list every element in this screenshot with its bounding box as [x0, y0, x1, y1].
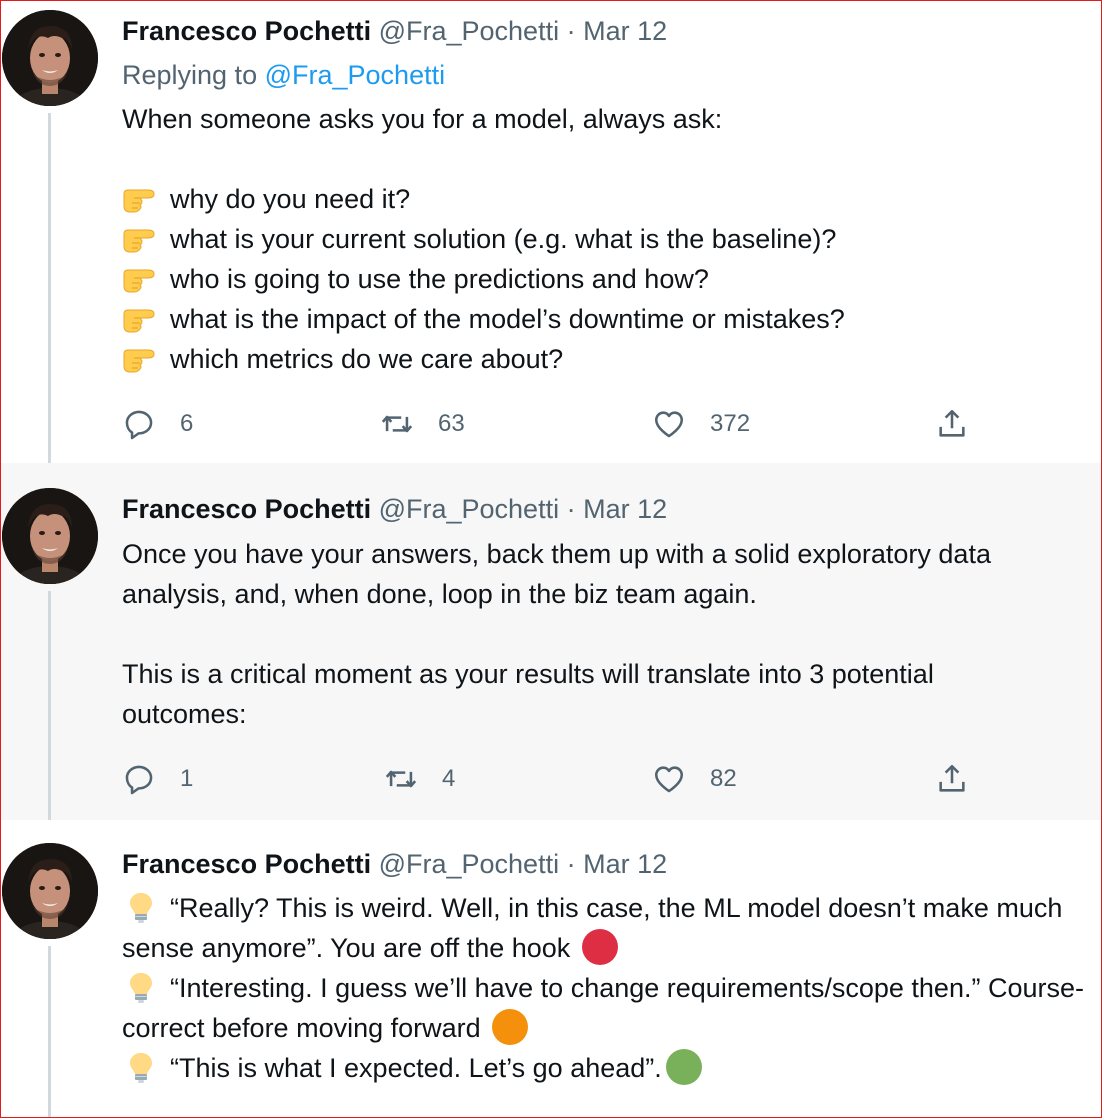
- share-button[interactable]: [935, 404, 993, 444]
- like-count: 82: [710, 765, 737, 792]
- avatar[interactable]: [2, 843, 98, 939]
- tweet-intro: When someone asks you for a model, alway…: [122, 104, 723, 134]
- avatar[interactable]: [2, 10, 98, 106]
- list-item-text: why do you need it?: [170, 184, 411, 214]
- light-bulb-icon: [128, 892, 154, 924]
- list-item: which metrics do we care about?: [122, 339, 1097, 379]
- outcome-text: “Interesting. I guess we’ll have to chan…: [122, 973, 1084, 1043]
- list-item: what is your current solution (e.g. what…: [122, 219, 1097, 259]
- replying-label: Replying to: [122, 60, 258, 90]
- backhand-index-pointing-right-icon: [122, 264, 158, 294]
- light-bulb-icon: [128, 1052, 154, 1084]
- tweet-date[interactable]: Mar 12: [583, 16, 667, 46]
- list-item: why do you need it?: [122, 179, 1097, 219]
- author-handle[interactable]: @Fra_Pochetti: [379, 494, 559, 524]
- red-circle-icon: [581, 929, 618, 965]
- thread-line: [48, 113, 51, 463]
- list-item-text: which metrics do we care about?: [170, 344, 564, 374]
- tweet-2[interactable]: Francesco Pochetti @Fra_Pochetti · Mar 1…: [0, 463, 1102, 820]
- author-name[interactable]: Francesco Pochetti: [122, 16, 371, 46]
- tweet-paragraph: Once you have your answers, back them up…: [122, 539, 991, 609]
- tweet-3[interactable]: Francesco Pochetti @Fra_Pochetti · Mar 1…: [0, 820, 1102, 1118]
- tweet-header: Francesco Pochetti @Fra_Pochetti · Mar 1…: [122, 14, 667, 48]
- backhand-index-pointing-right-icon: [122, 184, 158, 214]
- reply-count: 6: [180, 410, 194, 437]
- outcome-item: “Interesting. I guess we’ll have to chan…: [122, 968, 1097, 1048]
- orange-circle-icon: [492, 1009, 529, 1045]
- reply-count: 1: [180, 765, 194, 792]
- tweet-date[interactable]: Mar 12: [583, 849, 667, 879]
- tweet-text: When someone asks you for a model, alway…: [122, 99, 1097, 379]
- share-button[interactable]: [935, 759, 993, 799]
- reply-icon: [122, 762, 156, 796]
- separator: ·: [566, 494, 576, 524]
- list-item-text: who is going to use the predictions and …: [170, 264, 709, 294]
- avatar-image: [2, 488, 98, 584]
- share-icon: [935, 407, 969, 441]
- tweet-text: Once you have your answers, back them up…: [122, 534, 1097, 734]
- retweet-count: 4: [442, 765, 456, 792]
- avatar-image: [2, 10, 98, 106]
- replying-handle-link[interactable]: @Fra_Pochetti: [265, 60, 445, 90]
- avatar[interactable]: [2, 488, 98, 584]
- list-item: what is the impact of the model’s downti…: [122, 299, 1097, 339]
- author-name[interactable]: Francesco Pochetti: [122, 494, 371, 524]
- reply-icon: [122, 407, 156, 441]
- tweet-date[interactable]: Mar 12: [583, 494, 667, 524]
- retweet-count: 63: [438, 410, 465, 437]
- separator: ·: [566, 16, 576, 46]
- like-button[interactable]: 372: [652, 404, 750, 444]
- outcome-item: “This is what I expected. Let’s go ahead…: [122, 1048, 1097, 1088]
- avatar-image: [2, 843, 98, 939]
- backhand-index-pointing-right-icon: [122, 344, 158, 374]
- retweet-icon: [384, 762, 418, 796]
- reply-button[interactable]: 1: [122, 759, 200, 799]
- retweet-icon: [380, 407, 414, 441]
- thread-line: [48, 591, 51, 820]
- tweet-header: Francesco Pochetti @Fra_Pochetti · Mar 1…: [122, 847, 667, 881]
- author-handle[interactable]: @Fra_Pochetti: [379, 16, 559, 46]
- backhand-index-pointing-right-icon: [122, 304, 158, 334]
- outcome-text: “This is what I expected. Let’s go ahead…: [170, 1053, 662, 1083]
- tweet-header: Francesco Pochetti @Fra_Pochetti · Mar 1…: [122, 492, 667, 526]
- like-count: 372: [710, 410, 751, 437]
- tweet-text: “Really? This is weird. Well, in this ca…: [122, 888, 1097, 1088]
- heart-icon: [652, 762, 686, 796]
- retweet-button[interactable]: 4: [384, 759, 462, 799]
- retweet-button[interactable]: 63: [380, 404, 465, 444]
- tweet-paragraph: This is a critical moment as your result…: [122, 659, 934, 729]
- light-bulb-icon: [128, 972, 154, 1004]
- green-circle-icon: [665, 1049, 702, 1085]
- separator: ·: [566, 849, 576, 879]
- like-button[interactable]: 82: [652, 759, 737, 799]
- tweet-1[interactable]: Francesco Pochetti @Fra_Pochetti · Mar 1…: [0, 0, 1102, 463]
- list-item: who is going to use the predictions and …: [122, 259, 1097, 299]
- author-handle[interactable]: @Fra_Pochetti: [379, 849, 559, 879]
- backhand-index-pointing-right-icon: [122, 224, 158, 254]
- reply-button[interactable]: 6: [122, 404, 200, 444]
- outcome-item: “Really? This is weird. Well, in this ca…: [122, 888, 1097, 968]
- list-item-text: what is the impact of the model’s downti…: [170, 304, 845, 334]
- list-item-text: what is your current solution (e.g. what…: [170, 224, 837, 254]
- tweet-actions: 6 63 372: [122, 404, 982, 444]
- thread-line: [48, 946, 51, 1118]
- heart-icon: [652, 407, 686, 441]
- replying-to: Replying to @Fra_Pochetti: [122, 58, 445, 92]
- author-name[interactable]: Francesco Pochetti: [122, 849, 371, 879]
- share-icon: [935, 762, 969, 796]
- tweet-actions: 1 4 82: [122, 759, 982, 799]
